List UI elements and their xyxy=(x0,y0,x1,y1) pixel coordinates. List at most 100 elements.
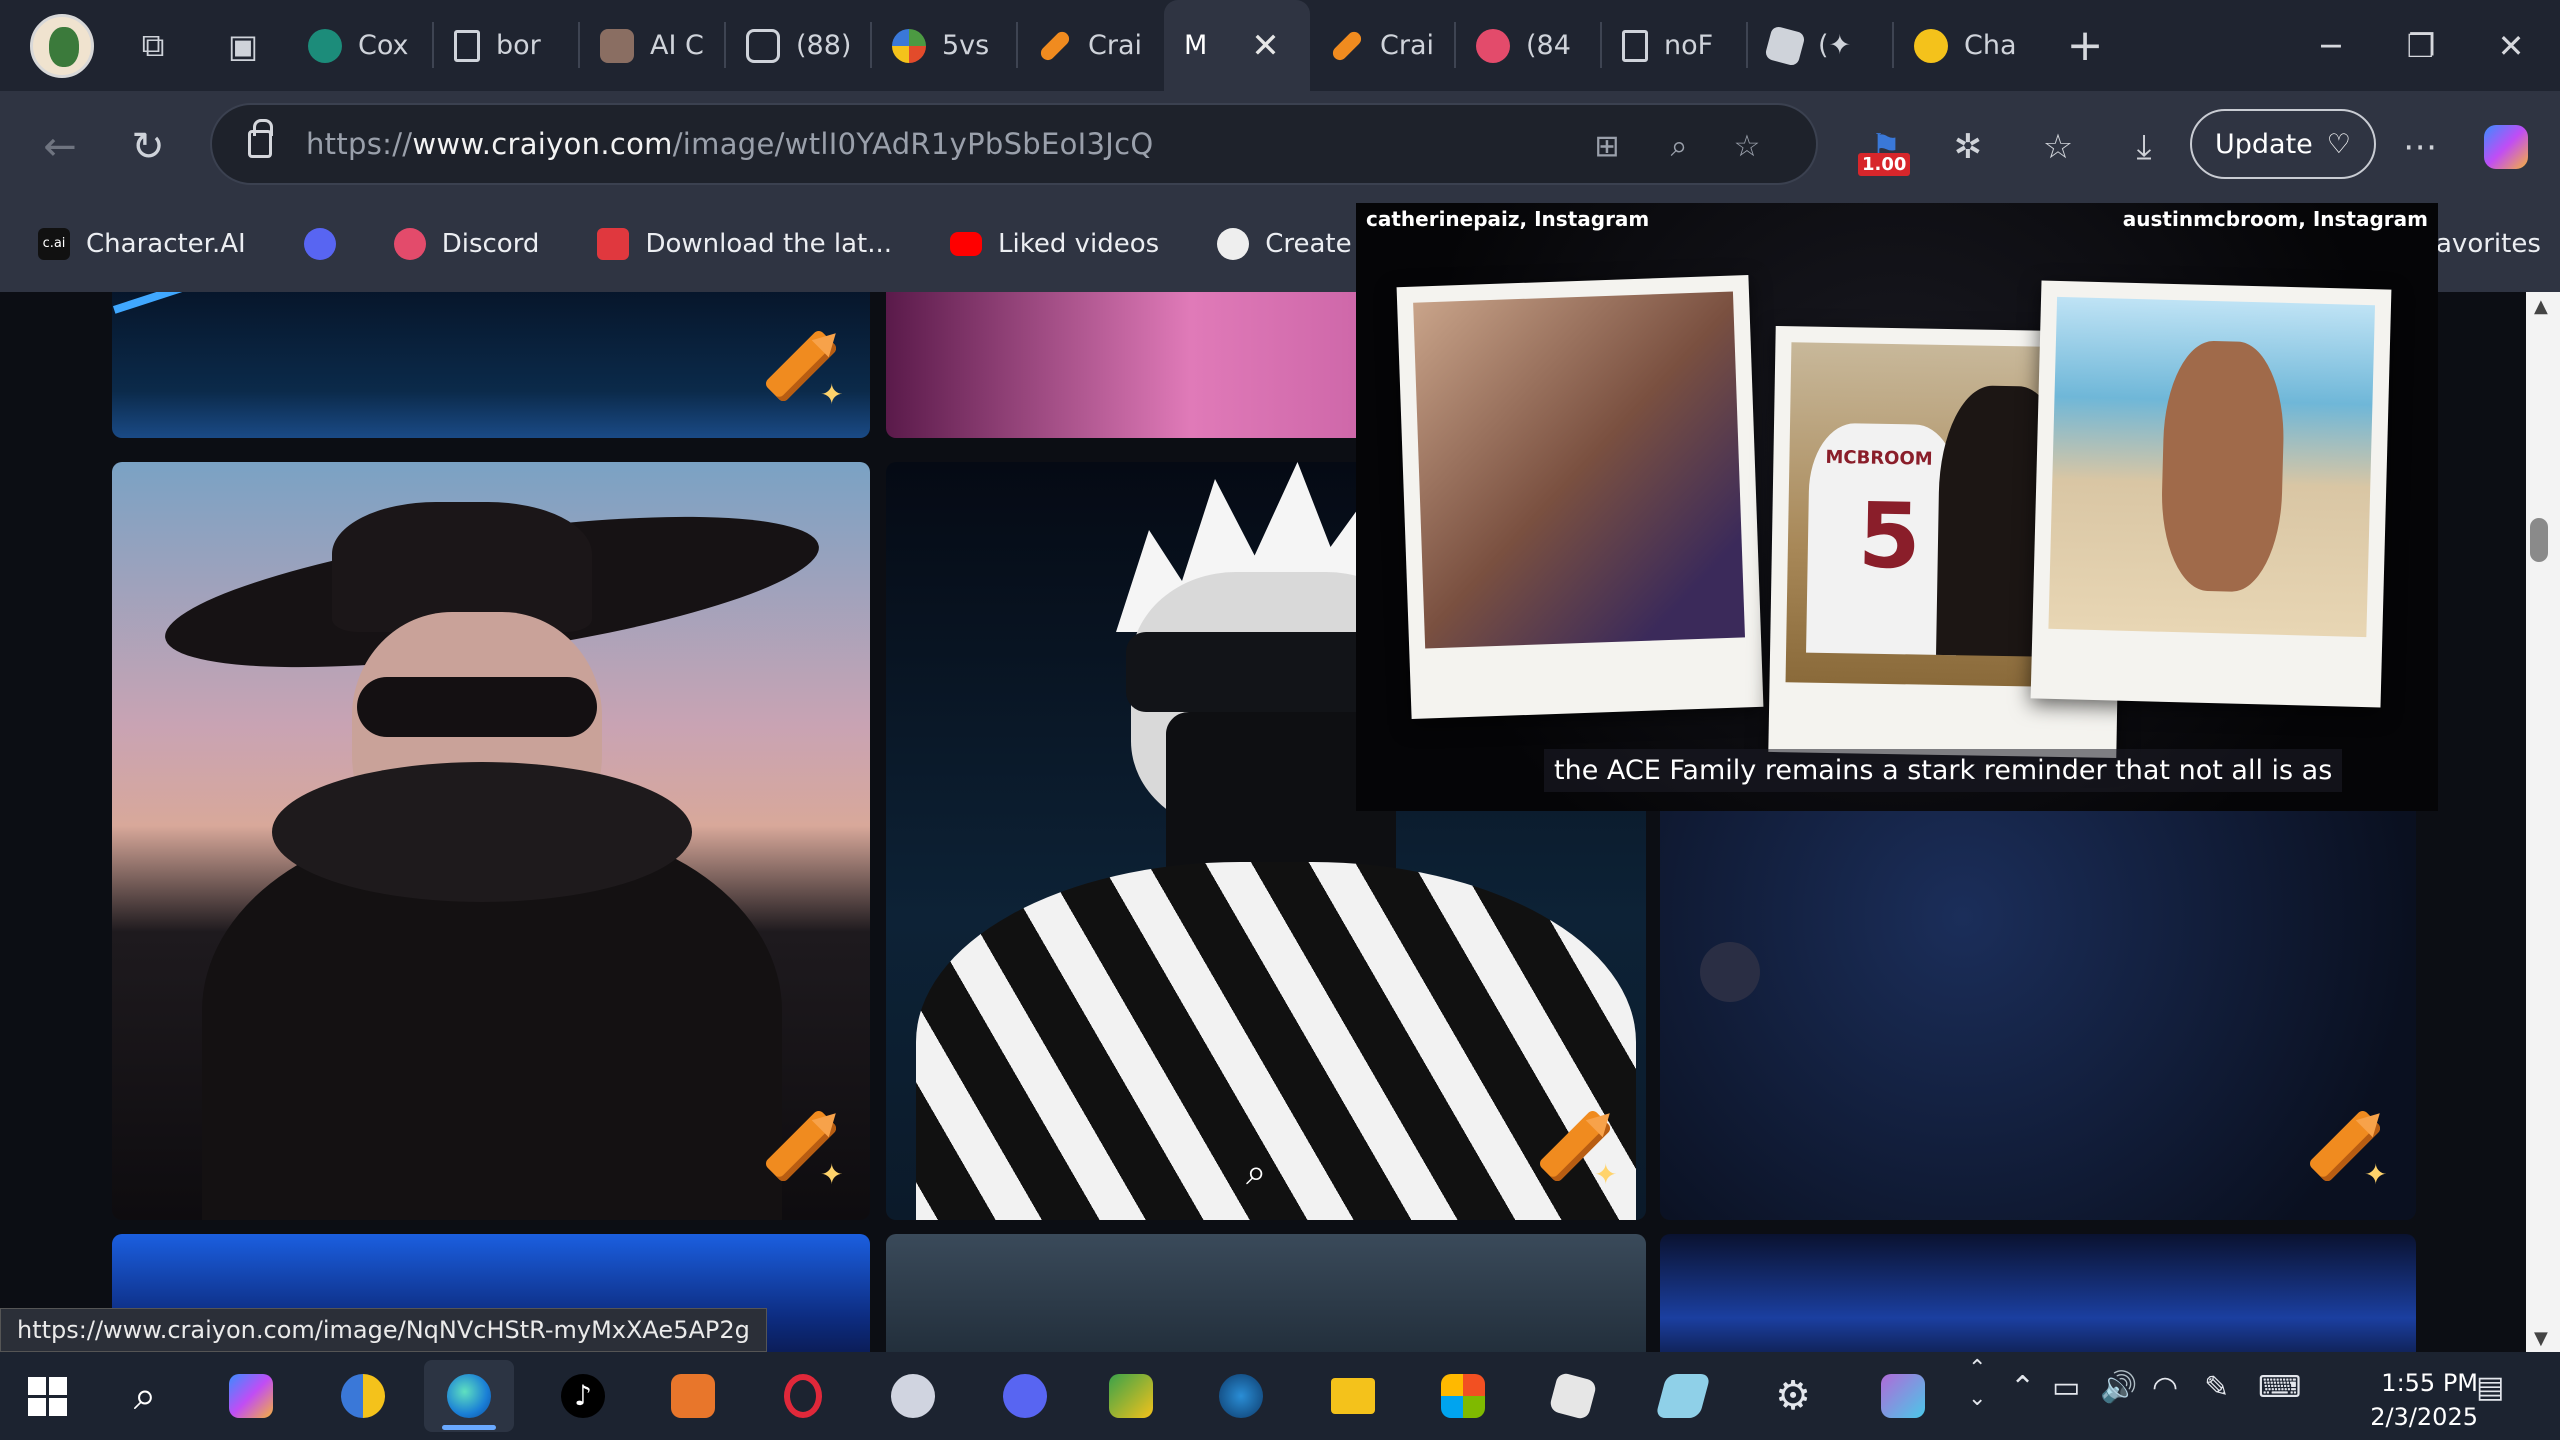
tab-5[interactable]: 5vs xyxy=(872,0,1018,91)
tab-label: Crai xyxy=(1088,30,1142,61)
tab-2[interactable]: bor xyxy=(434,0,580,91)
tab-label: 5vs xyxy=(942,30,990,61)
favorite-star-icon[interactable]: ☆ xyxy=(1724,123,1770,169)
bookmark-discord[interactable]: Discord xyxy=(393,228,540,260)
workspaces-icon[interactable]: ⧉ xyxy=(108,0,198,91)
scroll-down-arrow-icon[interactable]: ▼ xyxy=(2534,1328,2548,1349)
close-tab-icon[interactable]: ✕ xyxy=(1251,26,1280,66)
photo-credit-right: austinmcbroom, Instagram xyxy=(2122,207,2428,231)
app-icon[interactable] xyxy=(1638,1360,1728,1432)
bookmark-discord-icon-only[interactable] xyxy=(303,228,336,260)
tab-11[interactable]: (✦ xyxy=(1748,0,1894,91)
zoom-icon[interactable]: ⌕ xyxy=(1656,123,1702,169)
taskbar: ⌕ ♪ ⚙ ⌃ ⌄ ⌃ ▭ 🔊 ◠ ✎ ⌨ ▤ xyxy=(0,1352,2560,1440)
extensions-puzzle-icon[interactable]: ✲ xyxy=(1940,119,1996,175)
youtube-icon xyxy=(950,232,983,256)
tab-10[interactable]: noF xyxy=(1602,0,1748,91)
start-button[interactable] xyxy=(2,1360,92,1432)
bookmark-label: Discord xyxy=(441,229,540,259)
gallery-image[interactable] xyxy=(886,1234,1646,1352)
address-bar[interactable]: https://www.craiyon.com/image/wtlI0YAdR1… xyxy=(210,103,1818,185)
download-app-icon xyxy=(597,228,630,260)
show-hidden-icons-icon[interactable]: ⌃ ⌄ xyxy=(1968,1354,1986,1414)
bookmark-character-ai[interactable]: c.ai Character.AI xyxy=(38,228,246,260)
crayon-icon xyxy=(1038,28,1072,63)
minimize-icon[interactable]: ─ xyxy=(2286,0,2376,91)
wifi-icon[interactable]: ◠ xyxy=(2152,1370,2178,1405)
tab-label: M xyxy=(1184,30,1208,61)
app-available-icon[interactable]: ⊞ xyxy=(1584,123,1630,169)
copilot-taskbar-icon[interactable] xyxy=(206,1360,296,1432)
gallery-image[interactable] xyxy=(1660,1234,2416,1352)
update-button[interactable]: Update ♡ xyxy=(2190,109,2376,179)
scroll-thumb[interactable] xyxy=(2530,518,2548,562)
app-icon[interactable] xyxy=(1086,1360,1176,1432)
other-favorites[interactable]: avorites xyxy=(2436,229,2541,259)
opera-icon[interactable] xyxy=(758,1360,848,1432)
refresh-icon[interactable]: ↻ xyxy=(120,119,176,175)
downloads-icon[interactable]: ⤓ xyxy=(2116,119,2172,175)
gallery-image-cowboy[interactable]: ✦ xyxy=(112,462,870,1220)
tab-12[interactable]: Cha xyxy=(1894,0,2040,91)
back-arrow-icon[interactable]: ← xyxy=(32,119,88,175)
notifications-icon[interactable]: ▤ xyxy=(2476,1370,2504,1405)
new-tab-button[interactable]: + xyxy=(2040,0,2130,91)
polaroid-photo-3 xyxy=(2030,280,2392,708)
search-icon[interactable]: ⌕ xyxy=(100,1360,190,1432)
clock-date: 2/3/2025 xyxy=(2370,1403,2478,1431)
close-window-icon[interactable]: ✕ xyxy=(2466,0,2556,91)
tab-8[interactable]: Crai xyxy=(1310,0,1456,91)
app-icon[interactable] xyxy=(1858,1360,1948,1432)
pen-icon[interactable]: ✎ xyxy=(2204,1370,2229,1405)
steam-icon[interactable] xyxy=(1196,1360,1286,1432)
roblox-icon[interactable] xyxy=(1528,1360,1618,1432)
tab-6[interactable]: Crai xyxy=(1018,0,1164,91)
picture-in-picture-icon xyxy=(746,28,780,63)
tab-1[interactable]: Cox xyxy=(288,0,434,91)
app-icon[interactable] xyxy=(318,1360,408,1432)
more-menu-icon[interactable]: ⋯ xyxy=(2392,119,2448,175)
edge-icon[interactable] xyxy=(424,1360,514,1432)
document-icon xyxy=(1622,29,1648,62)
page-scrollbar[interactable]: ▲ ▼ xyxy=(2526,292,2560,1352)
favorites-icon[interactable]: ☆ xyxy=(2030,119,2086,175)
volume-icon[interactable]: 🔊 xyxy=(2100,1370,2137,1405)
bookmark-download[interactable]: Download the lat... xyxy=(597,228,892,260)
windows-logo-icon xyxy=(27,1376,67,1416)
picture-in-picture-video[interactable]: catherinepaiz, Instagram austinmcbroom, … xyxy=(1356,203,2438,811)
bookmark-liked-videos[interactable]: Liked videos xyxy=(950,229,1159,259)
tab-active[interactable]: M ✕ xyxy=(1164,0,1310,91)
app-icon[interactable] xyxy=(868,1360,958,1432)
jersey-name: MCBROOM xyxy=(1825,446,1933,470)
copilot-icon[interactable] xyxy=(2478,119,2534,175)
store-icon[interactable] xyxy=(1418,1360,1508,1432)
restore-icon[interactable]: ❐ xyxy=(2376,0,2466,91)
gallery-image[interactable]: ✦ xyxy=(112,292,870,438)
crayon-icon: ✦ xyxy=(752,1102,845,1192)
chevron-up-icon[interactable]: ⌃ xyxy=(2010,1370,2035,1405)
file-explorer-icon[interactable] xyxy=(1308,1360,1398,1432)
keyboard-icon[interactable]: ⌨ xyxy=(2258,1370,2301,1405)
document-icon xyxy=(454,29,480,62)
character-ai-icon: c.ai xyxy=(38,228,70,260)
settings-gear-icon[interactable]: ⚙ xyxy=(1748,1360,1838,1432)
tab-3[interactable]: AI C xyxy=(580,0,726,91)
profile-avatar[interactable] xyxy=(30,13,94,78)
battery-icon[interactable]: ▭ xyxy=(2052,1370,2080,1405)
app-icon[interactable] xyxy=(648,1360,738,1432)
clock[interactable]: 1:55 PM 2/3/2025 xyxy=(2318,1366,2478,1434)
search-icon[interactable]: ⌕ xyxy=(1246,1152,1266,1194)
scroll-up-arrow-icon[interactable]: ▲ xyxy=(2534,296,2548,317)
url-text: https://www.craiyon.com/image/wtlI0YAdR1… xyxy=(306,127,1154,161)
tiktok-icon[interactable]: ♪ xyxy=(538,1360,628,1432)
bookmark-label: Character.AI xyxy=(86,229,246,259)
tab-4[interactable]: (88) xyxy=(726,0,872,91)
crayon-icon xyxy=(1330,28,1364,63)
discord-icon[interactable] xyxy=(980,1360,1070,1432)
tab-favicon xyxy=(600,28,634,63)
lock-icon[interactable] xyxy=(248,119,273,158)
vertical-tabs-icon[interactable]: ▣ xyxy=(198,0,288,91)
bookmark-label: Download the lat... xyxy=(645,229,893,259)
photo-credit-left: catherinepaiz, Instagram xyxy=(1366,207,1650,231)
tab-9[interactable]: (84 xyxy=(1456,0,1602,91)
